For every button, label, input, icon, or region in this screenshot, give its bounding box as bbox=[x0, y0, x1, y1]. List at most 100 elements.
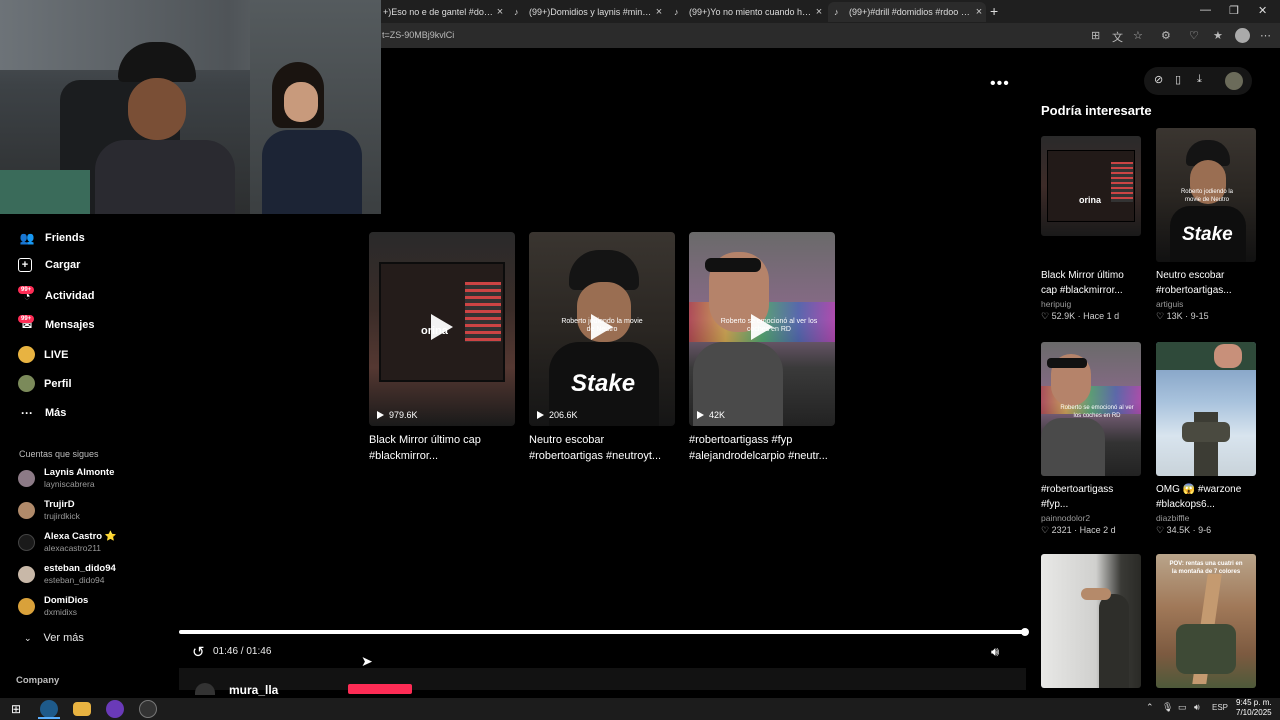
volume-icon[interactable]: 🔊︎ bbox=[991, 644, 999, 660]
suggested-video[interactable]: orina Black Mirror último cap #blackmirr… bbox=[1041, 136, 1141, 323]
browser-tab[interactable]: ♪ (99+)Yo no miento cuando hablo × bbox=[668, 2, 826, 22]
suggested-video[interactable]: OMG 😱 #warzone #blackops6... diazbiffle … bbox=[1156, 342, 1256, 537]
tray-chevron-icon[interactable]: ⌃ bbox=[1146, 702, 1154, 713]
suggested-author[interactable]: artiguis bbox=[1156, 298, 1256, 310]
avatar bbox=[18, 470, 35, 487]
tab-close-icon[interactable]: × bbox=[493, 6, 507, 18]
tab-title: (99+)Domidios y laynis #minimiy bbox=[529, 7, 652, 17]
tab-close-icon[interactable]: × bbox=[972, 6, 986, 18]
system-clock[interactable]: 9:45 p. m. 7/10/2025 bbox=[1236, 698, 1272, 718]
video-card[interactable]: Roberto jodiendo la movie de Neutro Stak… bbox=[529, 232, 675, 464]
suggested-author[interactable]: heripuig bbox=[1041, 298, 1141, 310]
profile-avatar-icon[interactable] bbox=[1235, 28, 1250, 43]
video-progress-bar[interactable] bbox=[179, 630, 1026, 634]
browser-tab[interactable]: ♪ (99+)Domidios y laynis #minimiy × bbox=[508, 2, 666, 22]
windows-start-icon[interactable]: ⊞ bbox=[7, 700, 25, 718]
video-thumbnail[interactable]: Roberto se emocionó al ver los coches en… bbox=[689, 232, 835, 426]
obs-icon[interactable] bbox=[139, 700, 157, 718]
suggested-thumbnail[interactable]: Roberto se emocionó al ver los coches en… bbox=[1041, 342, 1141, 476]
account-name: Alexa Castro ⭐ bbox=[44, 531, 117, 542]
new-tab-button[interactable]: + bbox=[990, 3, 998, 19]
video-thumbnail[interactable]: Roberto jodiendo la movie de Neutro Stak… bbox=[529, 232, 675, 426]
play-icon bbox=[751, 314, 773, 340]
sidebar-item-more[interactable]: ··· Más bbox=[18, 404, 66, 422]
compass-icon[interactable]: ⊘ bbox=[1154, 73, 1163, 86]
sidebar-item-label: Friends bbox=[45, 232, 85, 244]
browser-tab-active[interactable]: ♪ (99+)#drill #domidios #rdoo #lap × bbox=[828, 2, 986, 22]
sidebar-item-friends[interactable]: 👥 Friends bbox=[18, 229, 85, 247]
suggested-author[interactable]: painnodolor2 bbox=[1041, 512, 1141, 524]
video-title[interactable]: Black Mirror último cap #blackmirror... bbox=[369, 432, 515, 464]
video-title[interactable]: #robertoartigass #fyp #alejandrodelcarpi… bbox=[689, 432, 835, 464]
suggested-author[interactable]: diazbiffle bbox=[1156, 512, 1256, 524]
avatar bbox=[18, 534, 35, 551]
tab-close-icon[interactable]: × bbox=[812, 6, 826, 18]
suggested-title[interactable]: OMG 😱 #warzone #blackops6... bbox=[1156, 482, 1256, 512]
suggested-video[interactable]: Roberto jodiendo la movie de Neutro Stak… bbox=[1156, 128, 1256, 323]
video-thumbnail[interactable]: orina 979.6K bbox=[369, 232, 515, 426]
device-icon[interactable]: ▯ bbox=[1175, 73, 1181, 86]
microphone-icon[interactable]: 🎙︎ bbox=[1162, 702, 1173, 713]
app-available-icon[interactable]: ⊞ bbox=[1091, 29, 1100, 42]
suggested-video[interactable]: POV: rentas una cuatri en la montaña de … bbox=[1156, 554, 1256, 688]
followed-account[interactable]: TrujirD trujirdkick bbox=[18, 499, 80, 522]
video-card[interactable]: Roberto se emocionó al ver los coches en… bbox=[689, 232, 835, 464]
sidebar-item-upload[interactable]: + Cargar bbox=[18, 258, 80, 272]
language-indicator[interactable]: ESP bbox=[1212, 703, 1228, 712]
suggested-title[interactable]: Black Mirror último cap #blackmirror... bbox=[1041, 268, 1141, 298]
sidebar-item-profile[interactable]: Perfil bbox=[18, 375, 72, 392]
browser-tab[interactable]: +)Eso no e de gantel #dominic × bbox=[377, 2, 507, 22]
download-icon[interactable]: ⤓ bbox=[1197, 73, 1202, 86]
author-name[interactable]: mura_lla bbox=[229, 683, 278, 697]
followed-account[interactable]: Alexa Castro ⭐ alexacastro211 bbox=[18, 531, 117, 554]
collections-icon[interactable]: ★ bbox=[1213, 29, 1223, 42]
suggested-meta: ♡ 52.9K · Hace 1 d bbox=[1041, 311, 1120, 321]
url-field[interactable]: t=ZS-90MBj9kvlCi bbox=[382, 30, 454, 40]
post-date: 9-15 bbox=[1190, 311, 1209, 321]
more-options-button[interactable]: ••• bbox=[990, 75, 1010, 93]
browser-menu-icon[interactable]: ⋯ bbox=[1260, 29, 1271, 42]
app-icon[interactable] bbox=[106, 700, 124, 718]
suggested-title[interactable]: Neutro escobar #robertoartigas... bbox=[1156, 268, 1256, 298]
company-footer-link[interactable]: Company bbox=[16, 675, 59, 686]
creator-avatar[interactable] bbox=[1225, 72, 1243, 90]
play-icon bbox=[591, 314, 613, 340]
clock-date: 7/10/2025 bbox=[1236, 708, 1272, 717]
tab-close-icon[interactable]: × bbox=[652, 6, 666, 18]
avatar bbox=[18, 502, 35, 519]
suggested-thumbnail[interactable]: Roberto jodiendo la movie de Neutro Stak… bbox=[1156, 128, 1256, 262]
extensions-icon[interactable]: ⚙ bbox=[1161, 29, 1171, 42]
minimize-icon[interactable]: — bbox=[1200, 4, 1211, 16]
suggested-title[interactable]: #robertoartigass #fyp... bbox=[1041, 482, 1141, 512]
progress-scrubber[interactable] bbox=[1021, 628, 1029, 636]
heart-icon: ♡ bbox=[1156, 525, 1167, 535]
thumbnail-overlay-text: orina bbox=[1079, 195, 1102, 205]
suggested-video[interactable] bbox=[1041, 554, 1141, 688]
restore-icon[interactable]: ❐ bbox=[1229, 4, 1239, 17]
edge-browser-icon[interactable] bbox=[40, 700, 58, 718]
favorite-star-icon[interactable]: ☆ bbox=[1133, 29, 1143, 42]
suggested-thumbnail[interactable] bbox=[1156, 342, 1256, 476]
sidebar-item-live[interactable]: LIVE bbox=[18, 346, 68, 363]
see-more-button[interactable]: ⌄ Ver más bbox=[24, 632, 84, 644]
close-window-icon[interactable]: ✕ bbox=[1258, 4, 1267, 17]
followed-account[interactable]: Laynis Almonte layniscabrera bbox=[18, 467, 114, 490]
follow-button[interactable] bbox=[348, 684, 412, 694]
suggested-thumbnail[interactable]: orina bbox=[1041, 136, 1141, 236]
followed-account[interactable]: esteban_dido94 esteban_dido94 bbox=[18, 563, 116, 586]
like-count: 13K bbox=[1166, 311, 1183, 321]
file-explorer-icon[interactable] bbox=[73, 702, 91, 716]
video-title[interactable]: Neutro escobar #robertoartigas #neutroyt… bbox=[529, 432, 675, 464]
followed-account[interactable]: DomiDios dxmidixs bbox=[18, 595, 88, 618]
browser-essentials-icon[interactable]: ♡ bbox=[1189, 29, 1199, 42]
replay-icon[interactable]: ↺ bbox=[192, 643, 205, 661]
translate-icon[interactable]: 文 bbox=[1112, 29, 1123, 45]
suggested-thumbnail[interactable]: POV: rentas una cuatri en la montaña de … bbox=[1156, 554, 1256, 688]
suggested-thumbnail[interactable] bbox=[1041, 554, 1141, 688]
suggested-video[interactable]: Roberto se emocionó al ver los coches en… bbox=[1041, 342, 1141, 537]
suggested-meta: ♡ 2321 · Hace 2 d bbox=[1041, 525, 1116, 535]
video-card[interactable]: orina 979.6K Black Mirror último cap #bl… bbox=[369, 232, 515, 464]
network-icon[interactable]: ▭ bbox=[1178, 702, 1187, 713]
speaker-icon[interactable]: 🔊︎ bbox=[1194, 702, 1200, 713]
view-count: 42K bbox=[697, 410, 725, 420]
